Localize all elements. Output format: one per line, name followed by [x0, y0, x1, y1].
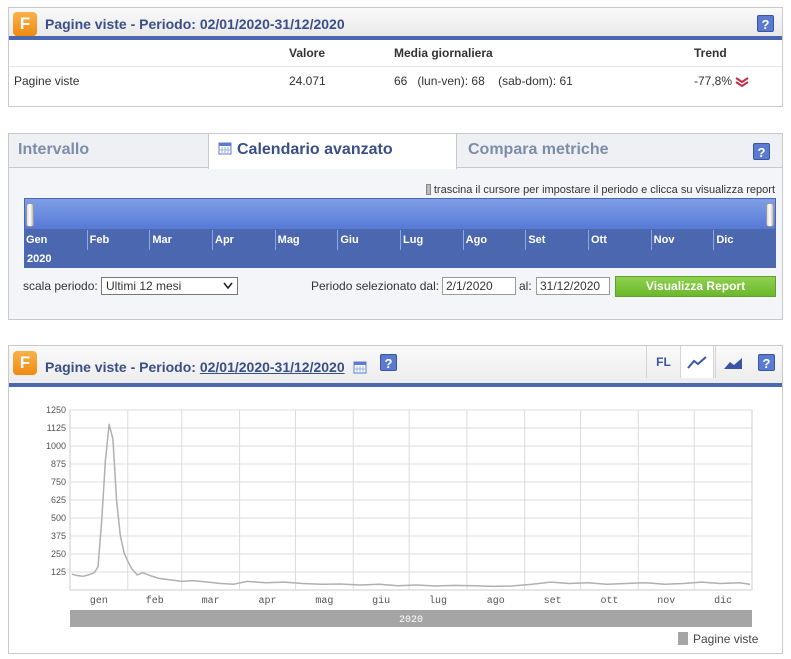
double-chevron-down-icon	[735, 77, 749, 88]
tab-label: Calendario avanzato	[237, 141, 393, 158]
x-tick-label: ago	[487, 596, 505, 607]
help-icon[interactable]: ?	[757, 15, 774, 32]
chart-period-link[interactable]: 02/01/2020-31/12/2020	[200, 359, 345, 375]
help-icon[interactable]: ?	[758, 354, 775, 371]
row-label: Pagine viste	[14, 74, 80, 89]
calendar-icon[interactable]	[353, 360, 367, 374]
summary-title: Pagine viste - Periodo: 02/01/2020-31/12…	[45, 16, 345, 32]
timeline-year: 2020	[24, 250, 776, 268]
media-weekday: (lun-ven): 68	[417, 74, 485, 89]
timeline-month: Giu	[337, 230, 400, 250]
chart-header: F Pagine viste - Periodo: 02/01/2020-31/…	[9, 346, 782, 387]
media-total: 66	[394, 74, 408, 89]
y-tick-label: 1250	[46, 405, 66, 415]
row-media: 66 (lun-ven): 68 (sab-dom): 61	[394, 66, 694, 96]
timeline-month: Ago	[462, 230, 526, 250]
year-band-label: 2020	[399, 615, 423, 626]
timeline-hint: trascina il cursore per impostare il per…	[425, 184, 775, 196]
x-tick-label: dic	[714, 595, 732, 607]
timeline-month: Feb	[86, 230, 150, 250]
tab-label: Compara metriche	[468, 141, 609, 158]
tab-intervallo[interactable]: Intervallo	[9, 134, 208, 168]
trend-value: -77,8%	[694, 74, 733, 89]
timeline-month: Set	[525, 230, 588, 250]
x-tick-label: lug	[429, 595, 447, 607]
x-tick-label: giu	[372, 595, 390, 607]
tab-bar: Intervallo Calendario avanzato Compara m…	[9, 134, 782, 169]
help-icon[interactable]: ?	[753, 143, 770, 160]
timeline-month: Ott	[588, 230, 651, 250]
x-tick-label: mag	[315, 596, 333, 607]
range-end-handle[interactable]	[766, 203, 774, 227]
scale-value: Ultimi 12 mesi	[106, 279, 182, 293]
chart-panel: F Pagine viste - Periodo: 02/01/2020-31/…	[8, 345, 783, 654]
timeline-month: Mar	[149, 230, 212, 250]
y-tick-label: 250	[51, 549, 66, 559]
period-to-label: al:	[519, 279, 532, 293]
table-row: Pagine viste 24.071 66 (lun-ven): 68 (sa…	[9, 66, 782, 96]
timeline-month: Mag	[274, 230, 338, 250]
y-tick-label: 1000	[46, 441, 66, 451]
timeline-month: Dic	[713, 230, 776, 250]
tab-calendario-avanzato[interactable]: Calendario avanzato	[208, 134, 457, 169]
y-tick-label: 625	[51, 495, 66, 505]
media-weekend: (sab-dom): 61	[498, 74, 573, 89]
area-chart-button[interactable]	[715, 346, 749, 378]
x-tick-label: mar	[202, 596, 220, 607]
line-chart-button[interactable]	[680, 346, 714, 378]
timeline-month: Lug	[400, 230, 463, 250]
x-tick-label: gen	[90, 596, 108, 607]
scale-label: scala periodo:	[23, 279, 98, 293]
y-tick-label: 500	[51, 513, 66, 523]
x-tick-label: apr	[259, 596, 277, 607]
chart-title: Pagine viste - Periodo: 02/01/2020-31/12…	[45, 359, 345, 375]
period-from-label: Periodo selezionato dal:	[311, 279, 440, 293]
tab-label: Intervallo	[18, 141, 90, 158]
line-chart: 125 250 375 500 625 750 875 1000 1125 1250 gen feb m…	[46, 405, 759, 646]
x-tick-label: ott	[600, 596, 618, 607]
hint-handle-icon	[425, 184, 431, 195]
row-trend: -77,8%	[694, 66, 782, 96]
fl-button[interactable]: FL	[646, 346, 680, 378]
view-report-button[interactable]: Visualizza Report	[615, 276, 776, 297]
period-to-input[interactable]: 31/12/2020	[536, 277, 610, 295]
range-start-handle[interactable]	[26, 203, 34, 227]
period-from-input[interactable]: 2/1/2020	[442, 277, 516, 295]
timeline-range-bar[interactable]	[24, 198, 776, 230]
timeline-month: Apr	[212, 230, 275, 250]
col-trend: Trend	[694, 40, 782, 67]
app-logo: F	[13, 12, 37, 36]
timeline-month: Gen	[26, 234, 48, 246]
col-media: Media giornaliera	[394, 40, 694, 67]
line-chart-icon	[687, 356, 707, 369]
timeline-months: Gen Feb Mar Apr Mag Giu Lug Ago Set Ott Nov Dic	[24, 230, 776, 250]
y-tick-label: 1125	[47, 423, 66, 433]
x-tick-label: feb	[146, 595, 164, 607]
col-valore: Valore	[289, 40, 394, 67]
x-tick-label: nov	[657, 596, 675, 607]
summary-header: F Pagine viste - Periodo: 02/01/2020-31/…	[9, 8, 782, 40]
x-tick-label: set	[544, 596, 562, 607]
summary-panel: F Pagine viste - Periodo: 02/01/2020-31/…	[8, 7, 783, 107]
tab-compara-metriche[interactable]: Compara metriche	[459, 134, 709, 168]
summary-table: Valore Media giornaliera Trend Pagine vi…	[9, 40, 782, 96]
scale-select[interactable]: Ultimi 12 mesi	[101, 277, 238, 295]
legend-label: Pagine viste	[693, 632, 759, 646]
chevron-down-icon	[223, 282, 233, 290]
y-tick-label: 125	[51, 567, 66, 577]
summary-table-header: Valore Media giornaliera Trend	[9, 40, 782, 67]
row-valore: 24.071	[289, 74, 326, 89]
area-chart-icon	[723, 357, 742, 369]
help-icon[interactable]: ?	[380, 354, 397, 371]
y-tick-label: 750	[51, 477, 66, 487]
calendar-panel: Intervallo Calendario avanzato Compara m…	[8, 133, 783, 320]
y-tick-label: 375	[51, 531, 66, 541]
timeline-slider[interactable]: Gen Feb Mar Apr Mag Giu Lug Ago Set Ott Nov Dic 202…	[24, 198, 776, 270]
app-logo: F	[13, 351, 37, 375]
calendar-icon	[218, 142, 232, 155]
y-tick-label: 875	[51, 459, 66, 469]
legend-swatch	[678, 632, 688, 645]
timeline-month: Nov	[650, 230, 714, 250]
